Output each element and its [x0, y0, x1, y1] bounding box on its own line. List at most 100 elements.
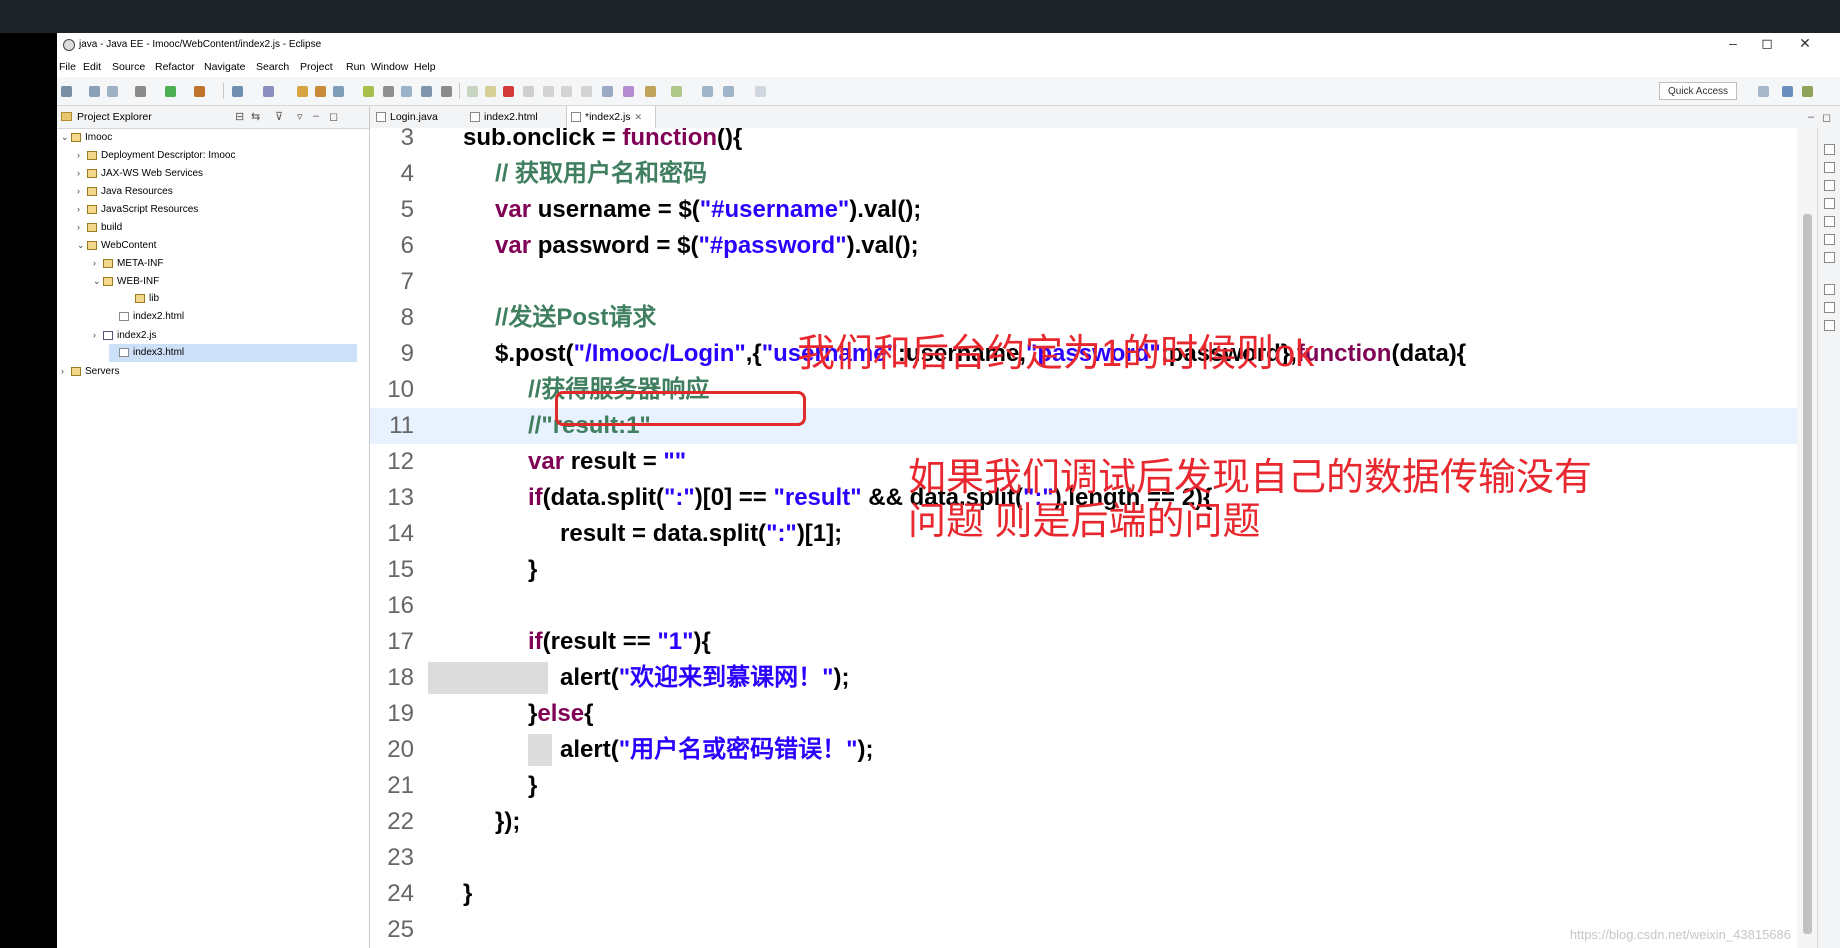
- tree-item[interactable]: › build: [77, 218, 357, 236]
- link-editor-icon[interactable]: ⇆: [251, 110, 260, 123]
- tree-item[interactable]: index3.html: [109, 344, 357, 362]
- filter-icon[interactable]: ⊽: [275, 110, 283, 123]
- maximize-view-icon[interactable]: ◻: [329, 110, 338, 123]
- chevron-down-icon[interactable]: ⌄: [93, 272, 103, 290]
- forward-icon[interactable]: [723, 86, 734, 97]
- chevron-right-icon[interactable]: ›: [77, 146, 87, 164]
- search-view-icon[interactable]: [1824, 320, 1835, 331]
- tree-item[interactable]: ⌄ WEB-INF: [93, 272, 357, 290]
- search-icon[interactable]: [333, 86, 344, 97]
- settings-icon[interactable]: [383, 86, 394, 97]
- java-ee-perspective-icon[interactable]: [1782, 86, 1793, 97]
- edit-icon[interactable]: [363, 86, 374, 97]
- suspend-icon[interactable]: [485, 86, 496, 97]
- chevron-right-icon[interactable]: ›: [77, 164, 87, 182]
- code-editor[interactable]: 3 sub.onclick = function(){4 // 获取用户名和密码 5 v…: [370, 128, 1797, 948]
- tree-item[interactable]: › Servers: [61, 362, 357, 380]
- tree-item[interactable]: › Java Resources: [77, 182, 357, 200]
- step-into-icon[interactable]: [543, 86, 554, 97]
- tree-item[interactable]: › Deployment Descriptor: Imooc: [77, 146, 357, 164]
- chevron-right-icon[interactable]: ›: [77, 218, 87, 236]
- save-all-icon[interactable]: [107, 86, 118, 97]
- maximize-editor-icon[interactable]: ◻: [1822, 111, 1831, 124]
- outline-icon[interactable]: [1824, 144, 1835, 155]
- menu-file[interactable]: File: [59, 61, 76, 73]
- line-number: 3: [400, 128, 414, 151]
- servers-icon[interactable]: [1824, 180, 1835, 191]
- minimize-view-icon[interactable]: –: [313, 110, 319, 122]
- debug-perspective-icon[interactable]: [1802, 86, 1813, 97]
- chevron-right-icon[interactable]: ›: [61, 362, 71, 380]
- menu-source[interactable]: Source: [112, 61, 145, 73]
- menu-navigate[interactable]: Navigate: [204, 61, 245, 73]
- close-tab-icon[interactable]: ✕: [635, 112, 643, 122]
- open-perspective-icon[interactable]: [1758, 86, 1769, 97]
- back-icon[interactable]: [702, 86, 713, 97]
- tree-item[interactable]: › JAX-WS Web Services: [77, 164, 357, 182]
- disconnect-icon[interactable]: [523, 86, 534, 97]
- resume-icon[interactable]: [467, 86, 478, 97]
- menu-search[interactable]: Search: [256, 61, 289, 73]
- problems-icon[interactable]: [1824, 252, 1835, 263]
- pointer-icon[interactable]: [441, 86, 452, 97]
- tree-item[interactable]: › META-INF: [93, 254, 357, 272]
- save-icon[interactable]: [89, 86, 100, 97]
- tab-index2-html[interactable]: index2.html: [466, 106, 562, 128]
- external-tools-icon[interactable]: [194, 86, 205, 97]
- new-icon[interactable]: [61, 86, 72, 97]
- console-icon[interactable]: [1824, 234, 1835, 245]
- open-type-icon[interactable]: [263, 86, 274, 97]
- chevron-down-icon[interactable]: ⌄: [77, 236, 87, 254]
- tree-item[interactable]: › index2.js: [93, 326, 357, 344]
- toggle-breadcrumb-icon[interactable]: [623, 86, 634, 97]
- new-folder-icon[interactable]: [297, 86, 308, 97]
- chevron-right-icon[interactable]: ›: [77, 182, 87, 200]
- tree-item[interactable]: › JavaScript Resources: [77, 200, 357, 218]
- chevron-down-icon[interactable]: ⌄: [61, 128, 71, 146]
- task-list-icon[interactable]: [1824, 162, 1835, 173]
- tree-item[interactable]: ⌄ WebContent: [77, 236, 357, 254]
- step-over-icon[interactable]: [561, 86, 572, 97]
- terminate-icon[interactable]: [503, 86, 514, 97]
- view-menu-icon[interactable]: ▿: [297, 110, 303, 123]
- step-return-icon[interactable]: [581, 86, 592, 97]
- menu-project[interactable]: Project: [300, 61, 333, 73]
- tree-item[interactable]: lib: [125, 290, 357, 308]
- code-text: alert("欢迎来到慕课网！");: [560, 664, 850, 691]
- menu-run[interactable]: Run: [346, 61, 365, 73]
- history-icon[interactable]: [755, 86, 766, 97]
- snippets-icon[interactable]: [1824, 216, 1835, 227]
- build-icon[interactable]: [401, 86, 412, 97]
- collapse-all-icon[interactable]: ⊟: [235, 110, 244, 123]
- next-annotation-icon[interactable]: [671, 86, 682, 97]
- use-step-filters-icon[interactable]: [602, 86, 613, 97]
- mark-occurrences-icon[interactable]: [645, 86, 656, 97]
- terminal-icon[interactable]: [421, 86, 432, 97]
- tree-item[interactable]: index2.html: [109, 308, 357, 326]
- tree-item-label: JAX-WS Web Services: [101, 168, 204, 179]
- close-button[interactable]: ✕: [1795, 35, 1815, 52]
- run-icon[interactable]: [165, 86, 176, 97]
- properties-icon[interactable]: [1824, 302, 1835, 313]
- chevron-right-icon[interactable]: ›: [77, 200, 87, 218]
- menu-window[interactable]: Window: [371, 61, 408, 73]
- editor-scrollbar[interactable]: [1797, 128, 1817, 948]
- new-server-icon[interactable]: [232, 86, 243, 97]
- data-source-icon[interactable]: [1824, 198, 1835, 209]
- scrollbar-thumb[interactable]: [1803, 214, 1812, 934]
- debug-icon[interactable]: [135, 86, 146, 97]
- menu-refactor[interactable]: Refactor: [155, 61, 195, 73]
- chevron-right-icon[interactable]: ›: [93, 254, 103, 272]
- open-folder-icon[interactable]: [315, 86, 326, 97]
- markers-icon[interactable]: [1824, 284, 1835, 295]
- menu-edit[interactable]: Edit: [83, 61, 101, 73]
- quick-access-input[interactable]: Quick Access: [1659, 82, 1737, 100]
- menu-help[interactable]: Help: [414, 61, 436, 73]
- maximize-button[interactable]: ◻: [1757, 35, 1777, 52]
- tree-item[interactable]: ⌄ Imooc: [61, 128, 357, 146]
- minimize-editor-icon[interactable]: –: [1808, 111, 1814, 123]
- tab-index2-js[interactable]: *index2.js ✕: [566, 106, 656, 128]
- minimize-button[interactable]: –: [1723, 35, 1743, 51]
- chevron-right-icon[interactable]: ›: [93, 326, 103, 344]
- tab-login-java[interactable]: Login.java: [372, 106, 464, 128]
